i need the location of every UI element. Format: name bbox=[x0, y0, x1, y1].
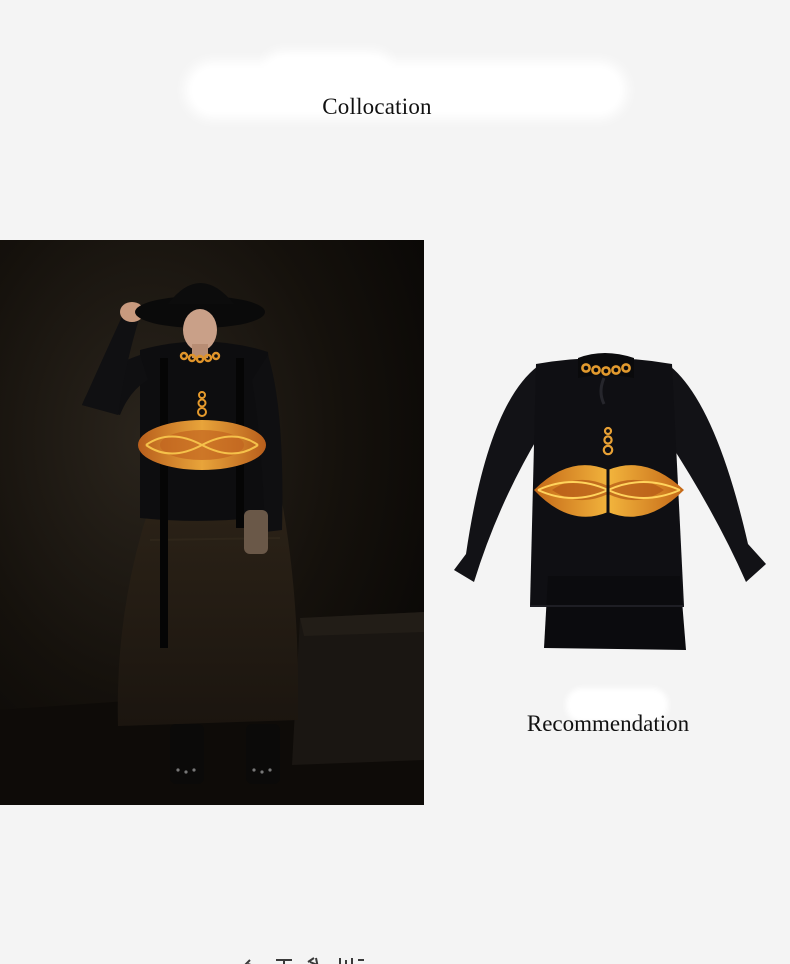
blurred-banner-bump bbox=[268, 56, 388, 86]
product-detail-page: Collocation Recommendation bbox=[0, 0, 790, 964]
section-title-collocation: Collocation bbox=[322, 94, 432, 119]
section-title-recommendation: Recommendation bbox=[526, 711, 690, 736]
lifestyle-photo bbox=[0, 240, 424, 805]
product-photo bbox=[448, 344, 772, 656]
cropped-bottom-text bbox=[240, 952, 380, 964]
